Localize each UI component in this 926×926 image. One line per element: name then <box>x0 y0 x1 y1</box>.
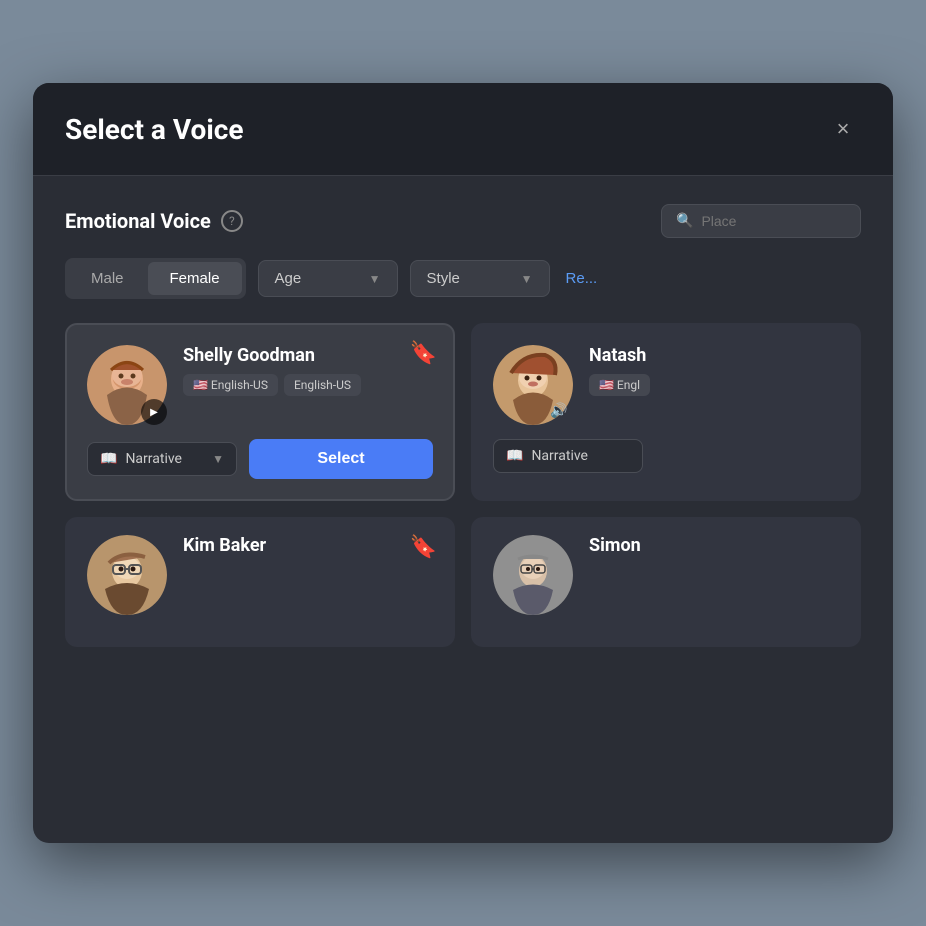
voice-info-simon: Simon <box>589 535 839 564</box>
volume-icon-natasha[interactable]: 🔊 <box>547 399 571 423</box>
voice-card-top-simon: Simon <box>493 535 839 615</box>
age-dropdown-arrow: ▼ <box>369 272 381 286</box>
voice-name-simon: Simon <box>589 535 839 556</box>
modal-header: Select a Voice × <box>33 83 893 176</box>
close-button[interactable]: × <box>825 111 861 147</box>
book-icon: 📖 <box>100 451 117 467</box>
avatar-simon <box>493 535 573 615</box>
voice-info-kim: Kim Baker <box>183 535 433 564</box>
age-dropdown[interactable]: Age ▼ <box>258 260 398 297</box>
avatar-kim <box>87 535 167 615</box>
voice-card-top-natasha: 🔊 Natash 🇺🇸 Engl <box>493 345 839 425</box>
voice-tags-shelly: 🇺🇸 English-US English-US <box>183 374 433 396</box>
narrative-dropdown-natasha[interactable]: 📖 Narrative <box>493 439 643 473</box>
search-box: 🔍 <box>661 204 861 238</box>
section-title-group: Emotional Voice ? <box>65 209 243 233</box>
male-button[interactable]: Male <box>69 262 146 295</box>
select-button-shelly[interactable]: Select <box>249 439 433 479</box>
modal-title: Select a Voice <box>65 113 243 146</box>
filters-bar: Male Female Age ▼ Style ▼ Re... <box>65 258 861 299</box>
voice-card-natasha[interactable]: 🔊 Natash 🇺🇸 Engl 📖 Narrative <box>471 323 861 501</box>
narrative-label-natasha: Narrative <box>531 448 588 464</box>
avatar-svg-kim <box>87 535 167 615</box>
voice-info-shelly: Shelly Goodman 🇺🇸 English-US English-US <box>183 345 433 396</box>
voice-tag-natasha-1: 🇺🇸 Engl <box>589 374 650 396</box>
style-dropdown-arrow: ▼ <box>521 272 533 286</box>
voice-tags-natasha: 🇺🇸 Engl <box>589 374 839 396</box>
avatar-container-natasha: 🔊 <box>493 345 573 425</box>
style-label: Style <box>427 270 460 287</box>
voice-card-bottom-shelly: 📖 Narrative ▼ Select <box>87 439 433 479</box>
voice-grid: ▶ Shelly Goodman 🇺🇸 English-US English-U… <box>65 323 861 647</box>
voice-card-shelly[interactable]: ▶ Shelly Goodman 🇺🇸 English-US English-U… <box>65 323 455 501</box>
avatar-container-simon <box>493 535 573 615</box>
section-header: Emotional Voice ? 🔍 <box>65 204 861 238</box>
gender-toggle: Male Female <box>65 258 246 299</box>
voice-card-bottom-natasha: 📖 Narrative <box>493 439 839 473</box>
voice-name-shelly: Shelly Goodman <box>183 345 433 366</box>
voice-card-simon[interactable]: Simon <box>471 517 861 647</box>
avatar-svg-simon <box>493 535 573 615</box>
modal-body: Emotional Voice ? 🔍 Male Female Age ▼ St… <box>33 176 893 675</box>
age-label: Age <box>275 270 302 287</box>
voice-card-top-kim: Kim Baker 🔖 <box>87 535 433 615</box>
help-icon[interactable]: ? <box>221 210 243 232</box>
section-title: Emotional Voice <box>65 209 211 233</box>
narrative-dropdown-arrow: ▼ <box>212 452 224 466</box>
book-icon-natasha: 📖 <box>506 448 523 464</box>
style-dropdown[interactable]: Style ▼ <box>410 260 550 297</box>
avatar-container-shelly: ▶ <box>87 345 167 425</box>
voice-info-natasha: Natash 🇺🇸 Engl <box>589 345 839 396</box>
play-icon[interactable]: ▶ <box>141 399 167 425</box>
voice-name-kim: Kim Baker <box>183 535 433 556</box>
voice-card-top: ▶ Shelly Goodman 🇺🇸 English-US English-U… <box>87 345 433 425</box>
avatar-container-kim <box>87 535 167 615</box>
search-input[interactable] <box>701 213 846 229</box>
search-icon: 🔍 <box>676 213 693 229</box>
voice-card-kim[interactable]: Kim Baker 🔖 <box>65 517 455 647</box>
voice-name-natasha: Natash <box>589 345 839 366</box>
voice-select-modal: Select a Voice × Emotional Voice ? 🔍 Mal… <box>33 83 893 843</box>
narrative-dropdown-shelly[interactable]: 📖 Narrative ▼ <box>87 442 237 476</box>
bookmark-kim[interactable]: 🔖 <box>410 535 437 560</box>
reset-button[interactable]: Re... <box>562 262 602 295</box>
voice-tag-1: 🇺🇸 English-US <box>183 374 278 396</box>
bookmark-shelly[interactable]: 🔖 <box>410 341 437 366</box>
voice-tag-2: English-US <box>284 374 361 396</box>
female-button[interactable]: Female <box>148 262 242 295</box>
narrative-label-shelly: Narrative <box>125 451 182 467</box>
